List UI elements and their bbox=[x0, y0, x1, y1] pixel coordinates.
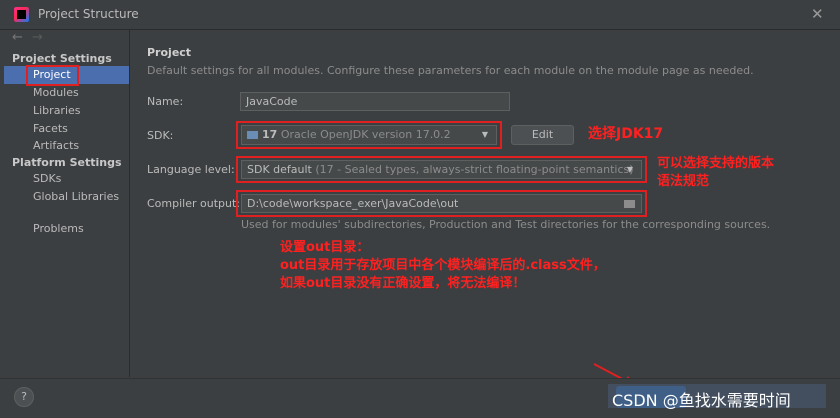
annotation-sdk: 选择JDK17 bbox=[588, 126, 664, 142]
edit-sdk-button[interactable]: Edit bbox=[511, 125, 574, 145]
sidebar-item-problems[interactable]: Problems bbox=[33, 222, 84, 235]
sidebar-item-facets[interactable]: Facets bbox=[33, 122, 68, 135]
sidebar-header-project-settings: Project Settings bbox=[12, 52, 112, 65]
compiler-output-hint: Used for modules' subdirectories, Produc… bbox=[241, 218, 771, 231]
annotation-out-2: out目录用于存放项目中各个模块编译后的.class文件， bbox=[280, 258, 606, 273]
annotation-language-2: 语法规范 bbox=[657, 174, 710, 189]
name-input[interactable]: JavaCode bbox=[240, 92, 510, 111]
forward-arrow-icon[interactable]: → bbox=[32, 30, 43, 45]
sdk-version: 17 bbox=[262, 128, 278, 141]
close-icon[interactable]: ✕ bbox=[811, 5, 824, 23]
sdk-combo[interactable]: 17 Oracle OpenJDK version 17.0.2 ▼ bbox=[241, 125, 497, 145]
intellij-logo-icon bbox=[14, 7, 29, 22]
sidebar-item-global-libraries[interactable]: Global Libraries bbox=[33, 190, 119, 203]
sdk-label: SDK: bbox=[147, 129, 174, 142]
sidebar-header-platform-settings: Platform Settings bbox=[12, 156, 122, 169]
chevron-down-icon: ▼ bbox=[481, 130, 488, 139]
annotation-out-3: 如果out目录没有正确设置，将无法编译！ bbox=[280, 276, 526, 291]
sidebar-item-sdks[interactable]: SDKs bbox=[33, 172, 61, 185]
page-description: Default settings for all modules. Config… bbox=[147, 64, 754, 77]
sidebar-item-modules[interactable]: Modules bbox=[33, 86, 79, 99]
name-label: Name: bbox=[147, 95, 184, 108]
sdk-description: Oracle OpenJDK version 17.0.2 bbox=[280, 128, 451, 141]
browse-folder-icon[interactable] bbox=[624, 200, 635, 208]
name-input-value: JavaCode bbox=[246, 95, 298, 108]
annotation-out-1: 设置out目录： bbox=[280, 240, 370, 255]
language-level-value: SDK default bbox=[247, 163, 312, 176]
folder-icon bbox=[247, 131, 258, 139]
page-title: Project bbox=[147, 46, 192, 59]
sidebar-item-libraries[interactable]: Libraries bbox=[33, 104, 81, 117]
sidebar-item-project[interactable]: Project bbox=[33, 68, 71, 81]
language-level-label: Language level: bbox=[147, 163, 235, 176]
compiler-output-label: Compiler output: bbox=[147, 197, 240, 210]
back-arrow-icon[interactable]: ← bbox=[12, 30, 23, 45]
chevron-down-icon: ▼ bbox=[626, 165, 633, 174]
help-button[interactable]: ? bbox=[14, 387, 34, 407]
sidebar-divider bbox=[129, 30, 130, 377]
annotation-language-1: 可以选择支持的版本 bbox=[657, 156, 775, 171]
language-level-description: (17 - Sealed types, always-strict floati… bbox=[315, 163, 634, 176]
compiler-output-value: D:\code\workspace_exer\JavaCode\out bbox=[247, 197, 459, 210]
watermark: CSDN @鱼找水需要时间 bbox=[612, 391, 791, 410]
sidebar-item-artifacts[interactable]: Artifacts bbox=[33, 139, 79, 152]
compiler-output-input[interactable]: D:\code\workspace_exer\JavaCode\out bbox=[241, 194, 642, 213]
language-level-combo[interactable]: SDK default (17 - Sealed types, always-s… bbox=[241, 160, 642, 179]
window-title: Project Structure bbox=[38, 7, 139, 21]
title-bar: Project Structure ✕ bbox=[0, 0, 840, 30]
